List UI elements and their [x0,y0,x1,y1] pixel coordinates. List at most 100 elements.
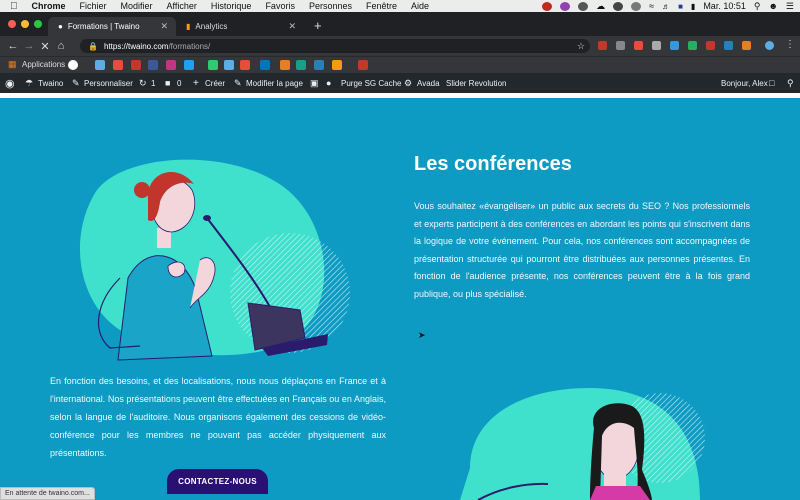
extension-icon[interactable] [688,41,697,50]
trello-bookmark-icon[interactable] [314,60,324,70]
updates-count[interactable]: 1 [151,73,155,93]
comments-icon: ■ [165,78,171,88]
extension-icon[interactable] [706,41,715,50]
notification-center-icon[interactable]: ☰ [786,1,794,12]
bookmark-star-icon[interactable]: ☆ [577,41,585,52]
instagram-bookmark-icon[interactable] [166,60,176,70]
forward-arrow-icon[interactable]: → [21,40,37,52]
menu-personnes[interactable]: Personnes [309,1,352,11]
menu-historique[interactable]: Historique [211,1,252,11]
close-window-button[interactable] [8,20,16,28]
page-content: Les conférences Vous souhaitez «évangéli… [0,98,800,500]
menu-fichier[interactable]: Fichier [80,1,107,11]
dashboard-icon[interactable]: ☂ [25,73,33,93]
menu-aide[interactable]: Aide [411,1,429,11]
search-icon[interactable]: ⚲ [787,73,794,93]
analytics-bookmark-icon[interactable] [332,60,342,70]
yoast-icon[interactable]: ▣ [310,73,319,93]
stop-loading-icon[interactable]: ✕ [37,40,53,53]
chrome-menu-icon[interactable]: ⋮ [785,39,795,50]
pinterest-extension-icon[interactable] [634,41,643,50]
spotlight-search-icon[interactable]: ⚲ [754,1,761,12]
cloud-icon[interactable]: ☁ [596,1,605,12]
tab-title: Formations | Twaino [67,22,140,31]
mouse-cursor-icon: ➤ [418,330,426,340]
bookmark-icon[interactable] [95,60,105,70]
edit-page-link[interactable]: Modifier la page [246,73,303,93]
close-tab-icon[interactable]: ✕ [160,21,168,32]
profile-icon[interactable]: ☻ [768,1,777,11]
minimize-window-button[interactable] [21,20,29,28]
bookmarks-bar: ▦ Applications [0,56,800,73]
loading-favicon-icon: ● [58,22,63,31]
avada-link[interactable]: Avada [417,73,440,93]
conferences-description: Vous souhaitez «évangéliser» un public a… [414,201,750,299]
zoom-window-button[interactable] [34,20,42,28]
volume-icon[interactable]: ♬ [662,2,670,11]
apps-grid-icon[interactable]: ▦ [8,59,17,70]
tray-app-icon[interactable] [578,1,589,11]
bookmark-icon[interactable] [208,60,218,70]
address-bar[interactable]: 🔒 https://twaino.com /formations/ ☆ [80,39,590,53]
menu-favoris[interactable]: Favoris [265,1,295,11]
tab-formations[interactable]: ● Formations | Twaino ✕ [48,17,176,36]
menu-app-chrome[interactable]: Chrome [32,1,66,11]
wordpress-logo-icon[interactable]: ◉ [5,73,15,93]
slider-revolution-link[interactable]: Slider Revolution [446,73,506,93]
tab-analytics[interactable]: ▮ Analytics ✕ [176,17,304,36]
bookmark-icon[interactable] [224,60,234,70]
extension-icon[interactable] [670,41,679,50]
extension-icon[interactable] [616,41,625,50]
menu-modifier[interactable]: Modifier [121,1,153,11]
tray-app-icon[interactable] [631,1,642,11]
create-link[interactable]: Créer [205,73,225,93]
section-title-conferences: Les conférences [414,153,572,175]
facebook-bookmark-icon[interactable] [148,60,158,70]
extension-icon[interactable] [724,41,733,50]
url-path: /formations/ [168,41,211,51]
extension-icon[interactable] [598,41,607,50]
google-bookmark-icon[interactable] [68,60,78,70]
bookmark-applications[interactable]: Applications [22,60,65,69]
close-tab-icon[interactable]: ✕ [288,21,296,32]
wp-admin-bar: ◉ ☂ Twaino ✎ Personnaliser ↻ 1 ■ 0 + Cré… [0,73,800,93]
back-arrow-icon[interactable]: ← [5,40,21,52]
bookmark-icon[interactable] [358,60,368,70]
battery-icon[interactable]: ▮ [691,2,695,11]
linkedin-bookmark-icon[interactable] [260,60,270,70]
new-tab-button[interactable]: + [314,18,322,33]
bookmark-icon[interactable] [296,60,306,70]
tray-app-icon[interactable] [542,1,553,11]
user-greeting[interactable]: Bonjour, Alex [721,73,768,93]
home-icon[interactable]: ⌂ [53,40,69,52]
browser-toolbar: ← → ✕ ⌂ 🔒 https://twaino.com /formations… [0,36,800,56]
menu-afficher[interactable]: Afficher [167,1,197,11]
window-controls [8,20,42,28]
travel-description: En fonction des besoins, et des localisa… [50,376,386,458]
contact-us-button[interactable]: CONTACTEZ-NOUS [167,469,268,494]
bookmark-icon[interactable] [280,60,290,70]
french-flag-icon[interactable]: ■ [678,2,683,11]
twitter-bookmark-icon[interactable] [184,60,194,70]
extension-icon[interactable] [652,41,661,50]
profile-avatar-icon[interactable] [765,41,774,50]
bookmark-icon[interactable] [113,60,123,70]
bookmark-icon[interactable] [240,60,250,70]
customize-link[interactable]: Personnaliser [84,73,133,93]
brush-icon: ✎ [72,77,80,88]
user-avatar-icon[interactable]: □ [769,73,774,93]
site-name-link[interactable]: Twaino [38,73,63,93]
youtube-bookmark-icon[interactable] [131,60,141,70]
extension-icon[interactable] [742,41,751,50]
comments-count[interactable]: 0 [177,73,181,93]
apple-menu-icon[interactable]:  [10,1,18,12]
purge-cache-link[interactable]: Purge SG Cache [341,73,401,93]
analytics-favicon-icon: ▮ [186,22,191,31]
wifi-icon[interactable]: ≈ [649,1,654,11]
clock-text[interactable]: Mar. 10:51 [703,1,746,11]
menu-fenetre[interactable]: Fenêtre [366,1,397,11]
avada-icon: ⚙ [404,77,413,88]
tray-app-icon[interactable] [613,1,624,11]
tray-app-icon[interactable] [560,1,571,11]
url-host: https://twaino.com [103,41,169,51]
